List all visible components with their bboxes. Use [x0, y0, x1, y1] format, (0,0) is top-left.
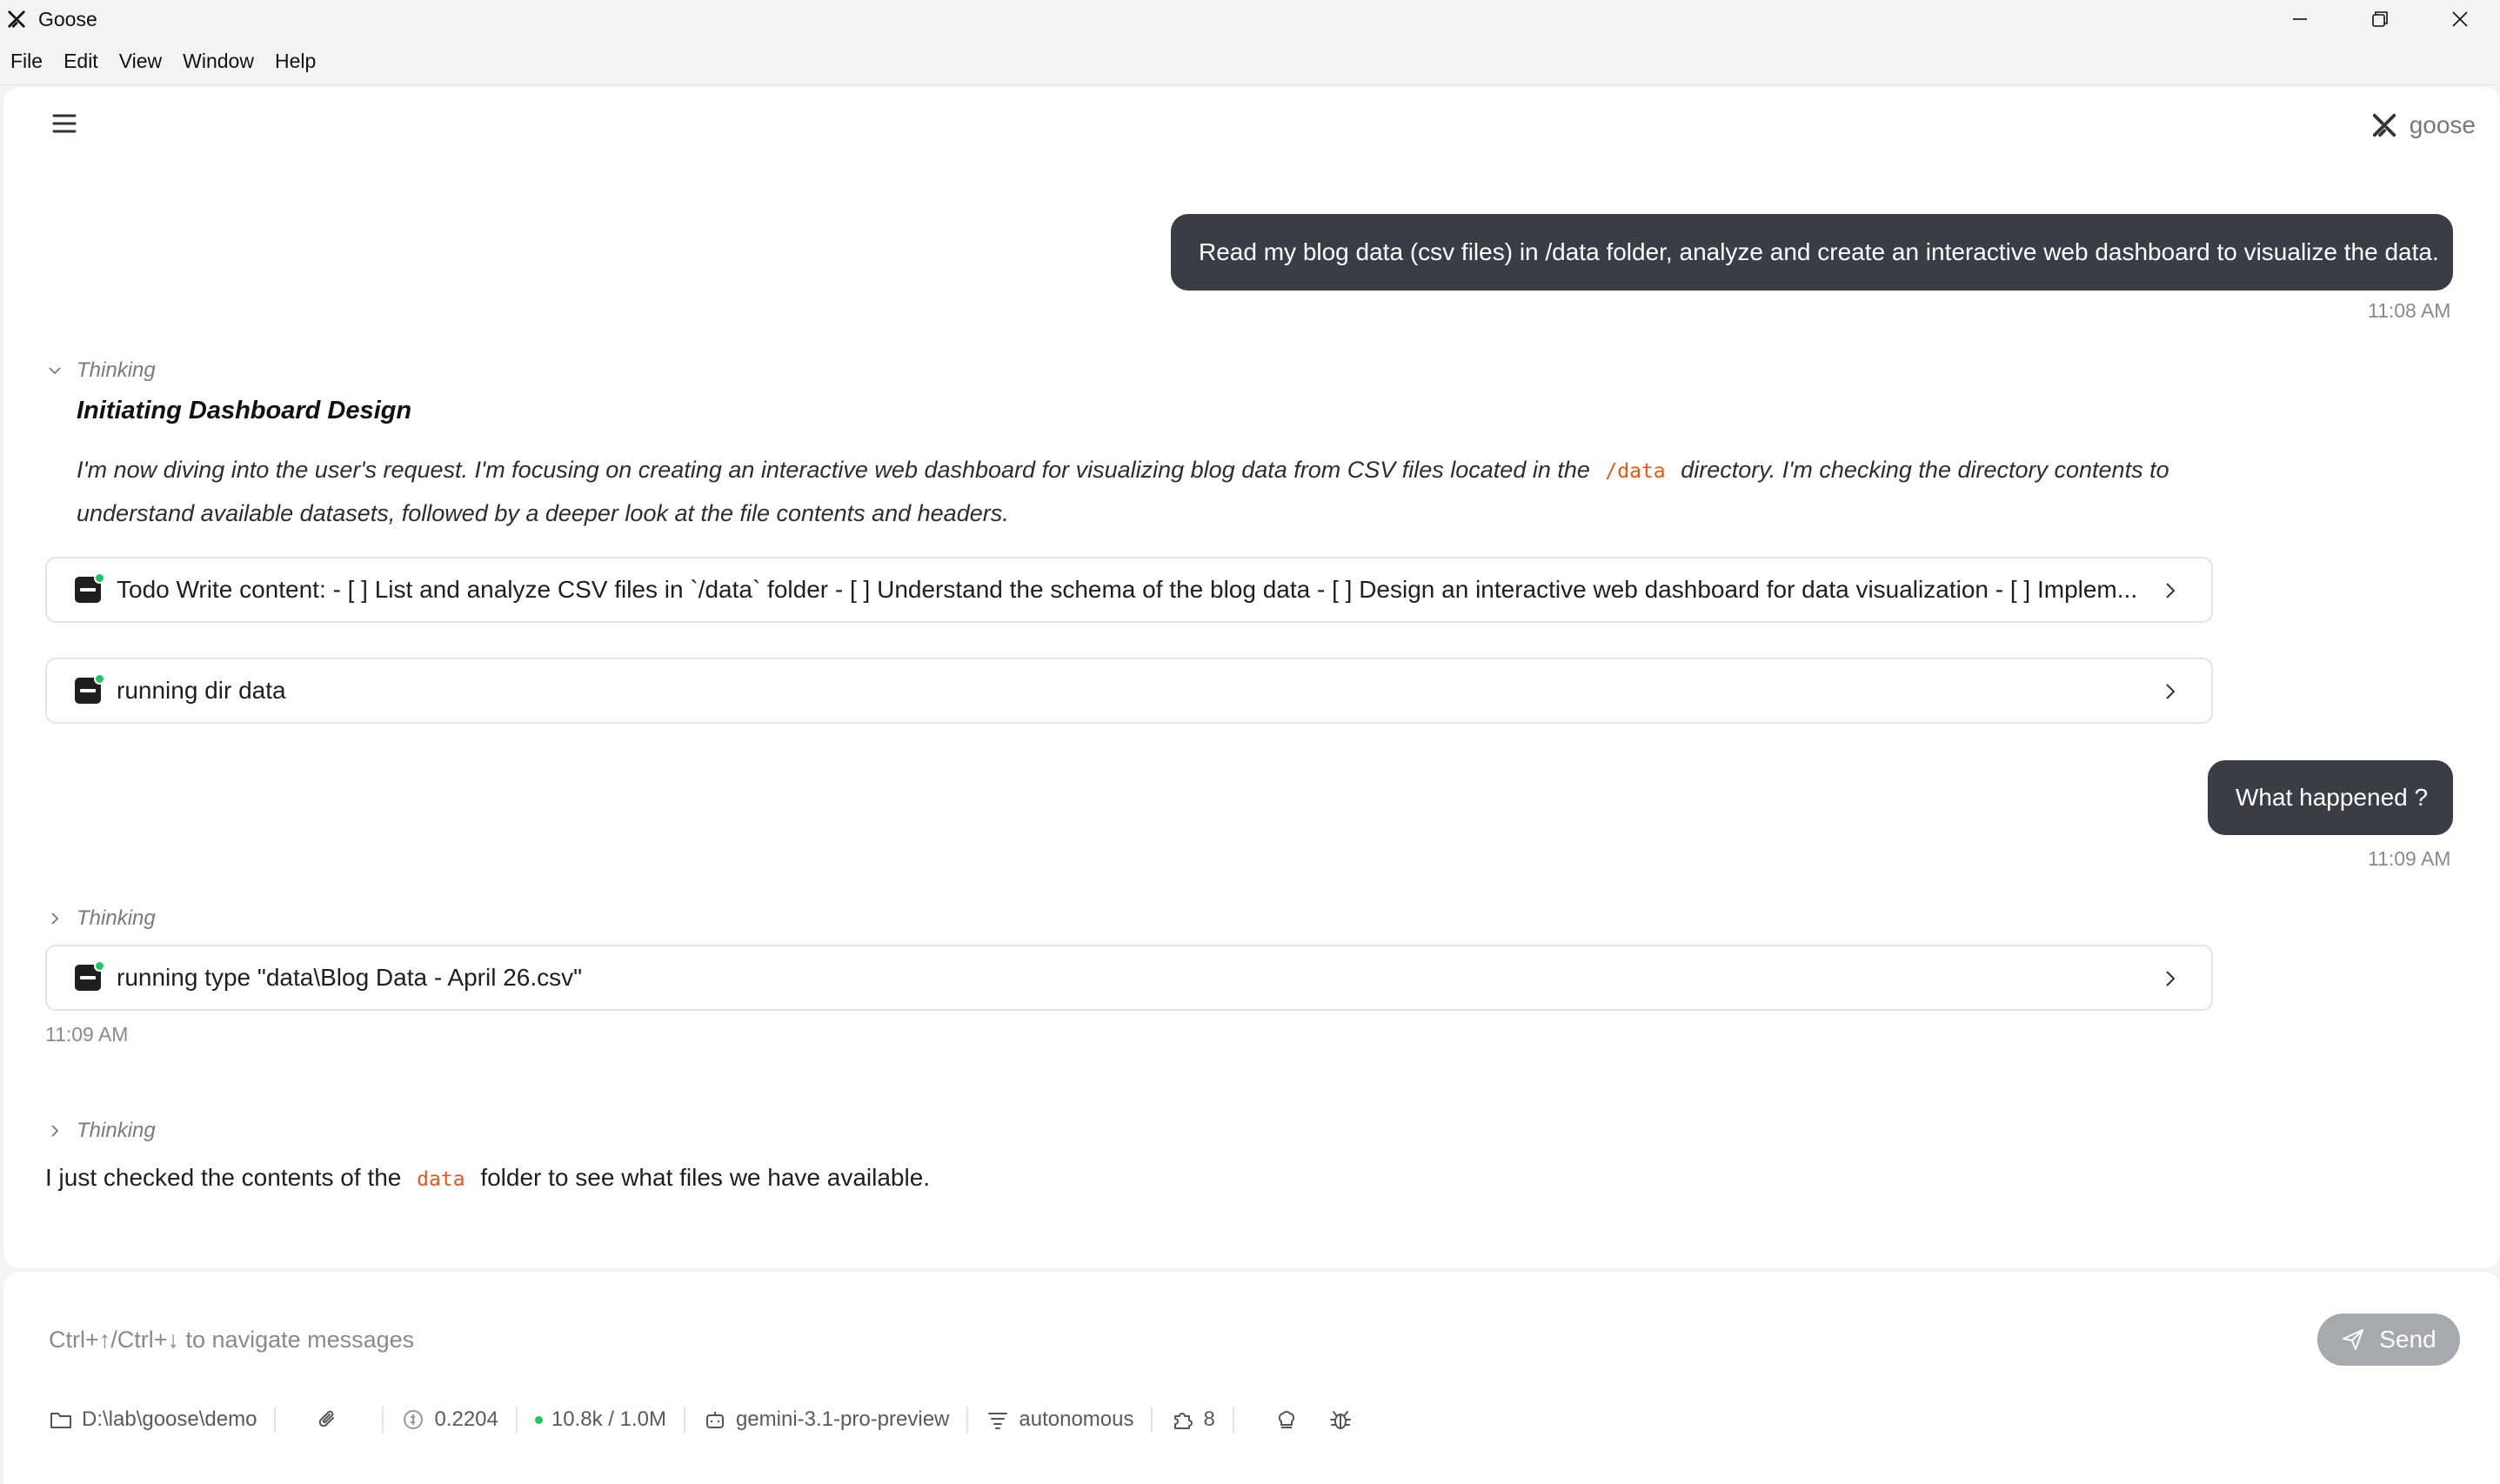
brand-name: goose: [2409, 111, 2476, 138]
tool-call-card[interactable]: Todo Write content: - [ ] List and analy…: [45, 557, 2213, 623]
user-message-text: Read my blog data (csv files) in /data f…: [1199, 238, 2439, 265]
user-message-bubble: What happened ?: [2208, 760, 2453, 835]
title-bar: Goose: [0, 0, 2500, 38]
bot-icon: [705, 1412, 724, 1428]
extensions-count: 8: [1203, 1407, 1215, 1431]
divider: [1232, 1407, 1234, 1433]
menu-help[interactable]: Help: [275, 50, 316, 73]
mode-label: autonomous: [1019, 1407, 1134, 1431]
thinking-body: I'm now diving into the user's request. …: [77, 449, 2234, 534]
tool-call-card[interactable]: running type "data\Blog Data - April 26.…: [45, 945, 2213, 1011]
sidebar-toggle-button[interactable]: [50, 111, 78, 136]
thinking-title: Initiating Dashboard Design: [77, 397, 412, 424]
divider: [515, 1407, 518, 1433]
assistant-reply: I just checked the contents of the data …: [45, 1164, 930, 1192]
paperclip-icon: [319, 1410, 335, 1427]
cost-value: 0.2204: [434, 1407, 498, 1431]
terminal-icon: [75, 673, 105, 704]
divider: [966, 1407, 969, 1433]
token-usage[interactable]: 10.8k / 1.0M: [534, 1407, 666, 1432]
tool-call-card[interactable]: running dir data: [45, 658, 2213, 724]
coin-icon: [404, 1410, 424, 1429]
send-label: Send: [2379, 1326, 2436, 1353]
menu-view[interactable]: View: [119, 50, 162, 73]
chevron-right-icon: [51, 1125, 59, 1137]
recipe-button[interactable]: [1274, 1407, 1299, 1432]
close-button[interactable]: [2420, 0, 2500, 38]
divider: [382, 1407, 384, 1433]
token-count: 10.8k / 1.0M: [551, 1407, 666, 1431]
thinking-body-text: I'm now diving into the user's request. …: [77, 457, 1590, 483]
message-timestamp: 11:09 AM: [2368, 847, 2451, 870]
mode-icon: [988, 1413, 1008, 1429]
session-cost: 0.2204: [401, 1407, 498, 1432]
chef-hat-icon: [1278, 1411, 1294, 1428]
message-timestamp: 11:08 AM: [2368, 299, 2451, 322]
hamburger-icon: [52, 114, 77, 133]
inline-code: /data: [1605, 460, 1666, 483]
chevron-right-icon: [2166, 971, 2176, 986]
restore-button[interactable]: [2340, 0, 2420, 38]
chevron-down-icon: [49, 367, 61, 375]
thinking-toggle[interactable]: Thinking: [47, 1119, 156, 1143]
tool-call-text: running type "data\Blog Data - April 26.…: [117, 964, 583, 991]
minimize-button[interactable]: [2260, 0, 2340, 38]
terminal-icon: [75, 960, 105, 991]
chevron-right-icon: [51, 912, 59, 925]
thinking-label: Thinking: [77, 906, 156, 930]
input-panel: [3, 1272, 2500, 1484]
menu-file[interactable]: File: [10, 50, 43, 73]
bug-icon: [1329, 1411, 1351, 1429]
message-input[interactable]: [49, 1319, 2276, 1360]
chevron-right-icon: [2166, 583, 2176, 598]
inline-code: data: [417, 1168, 465, 1191]
window-title: Goose: [38, 7, 97, 30]
user-message-text: What happened ?: [2236, 784, 2429, 811]
puzzle-icon: [1174, 1413, 1193, 1429]
menu-window[interactable]: Window: [183, 50, 254, 73]
mode-selector[interactable]: autonomous: [986, 1407, 1133, 1432]
menu-bar: File Edit View Window Help: [0, 38, 2500, 85]
message-timestamp: 11:09 AM: [45, 1023, 129, 1046]
tool-call-text: Todo Write content: - [ ] List and analy…: [117, 576, 2138, 603]
user-message-bubble: Read my blog data (csv files) in /data f…: [1171, 214, 2453, 291]
brand: goose: [2371, 111, 2476, 139]
attach-button[interactable]: [316, 1407, 340, 1432]
model-name: gemini-3.1-pro-preview: [735, 1407, 950, 1431]
folder-icon: [50, 1413, 71, 1428]
thinking-label: Thinking: [77, 358, 156, 382]
directory-path: D:\lab\goose\demo: [82, 1407, 257, 1431]
extensions-button[interactable]: 8: [1170, 1407, 1215, 1432]
thinking-toggle[interactable]: Thinking: [47, 906, 156, 931]
restore-icon: [2372, 11, 2388, 27]
chevron-right-icon: [2166, 684, 2176, 699]
reply-text: I just checked the contents of the: [45, 1164, 402, 1191]
debug-button[interactable]: [1328, 1407, 1353, 1432]
model-selector[interactable]: gemini-3.1-pro-preview: [703, 1407, 949, 1432]
reply-text: folder to see what files we have availab…: [480, 1164, 931, 1191]
goose-app-icon: [8, 10, 25, 28]
menu-edit[interactable]: Edit: [64, 50, 98, 73]
send-icon: [2343, 1329, 2364, 1350]
minimize-icon: [2293, 18, 2307, 20]
working-directory[interactable]: D:\lab\goose\demo: [49, 1407, 257, 1432]
send-button[interactable]: Send: [2317, 1314, 2460, 1366]
close-icon: [2452, 11, 2468, 27]
tool-call-text: running dir data: [117, 677, 286, 704]
divider: [1151, 1407, 1153, 1433]
terminal-icon: [75, 572, 105, 603]
goose-logo-icon: [2372, 113, 2396, 137]
divider: [274, 1407, 277, 1433]
status-dot: [534, 1415, 543, 1424]
status-bar: D:\lab\goose\demo 0.2204 10.8k / 1.0M ge…: [49, 1402, 1353, 1437]
thinking-label: Thinking: [77, 1119, 156, 1142]
thinking-toggle[interactable]: Thinking: [47, 358, 156, 383]
divider: [683, 1407, 685, 1433]
